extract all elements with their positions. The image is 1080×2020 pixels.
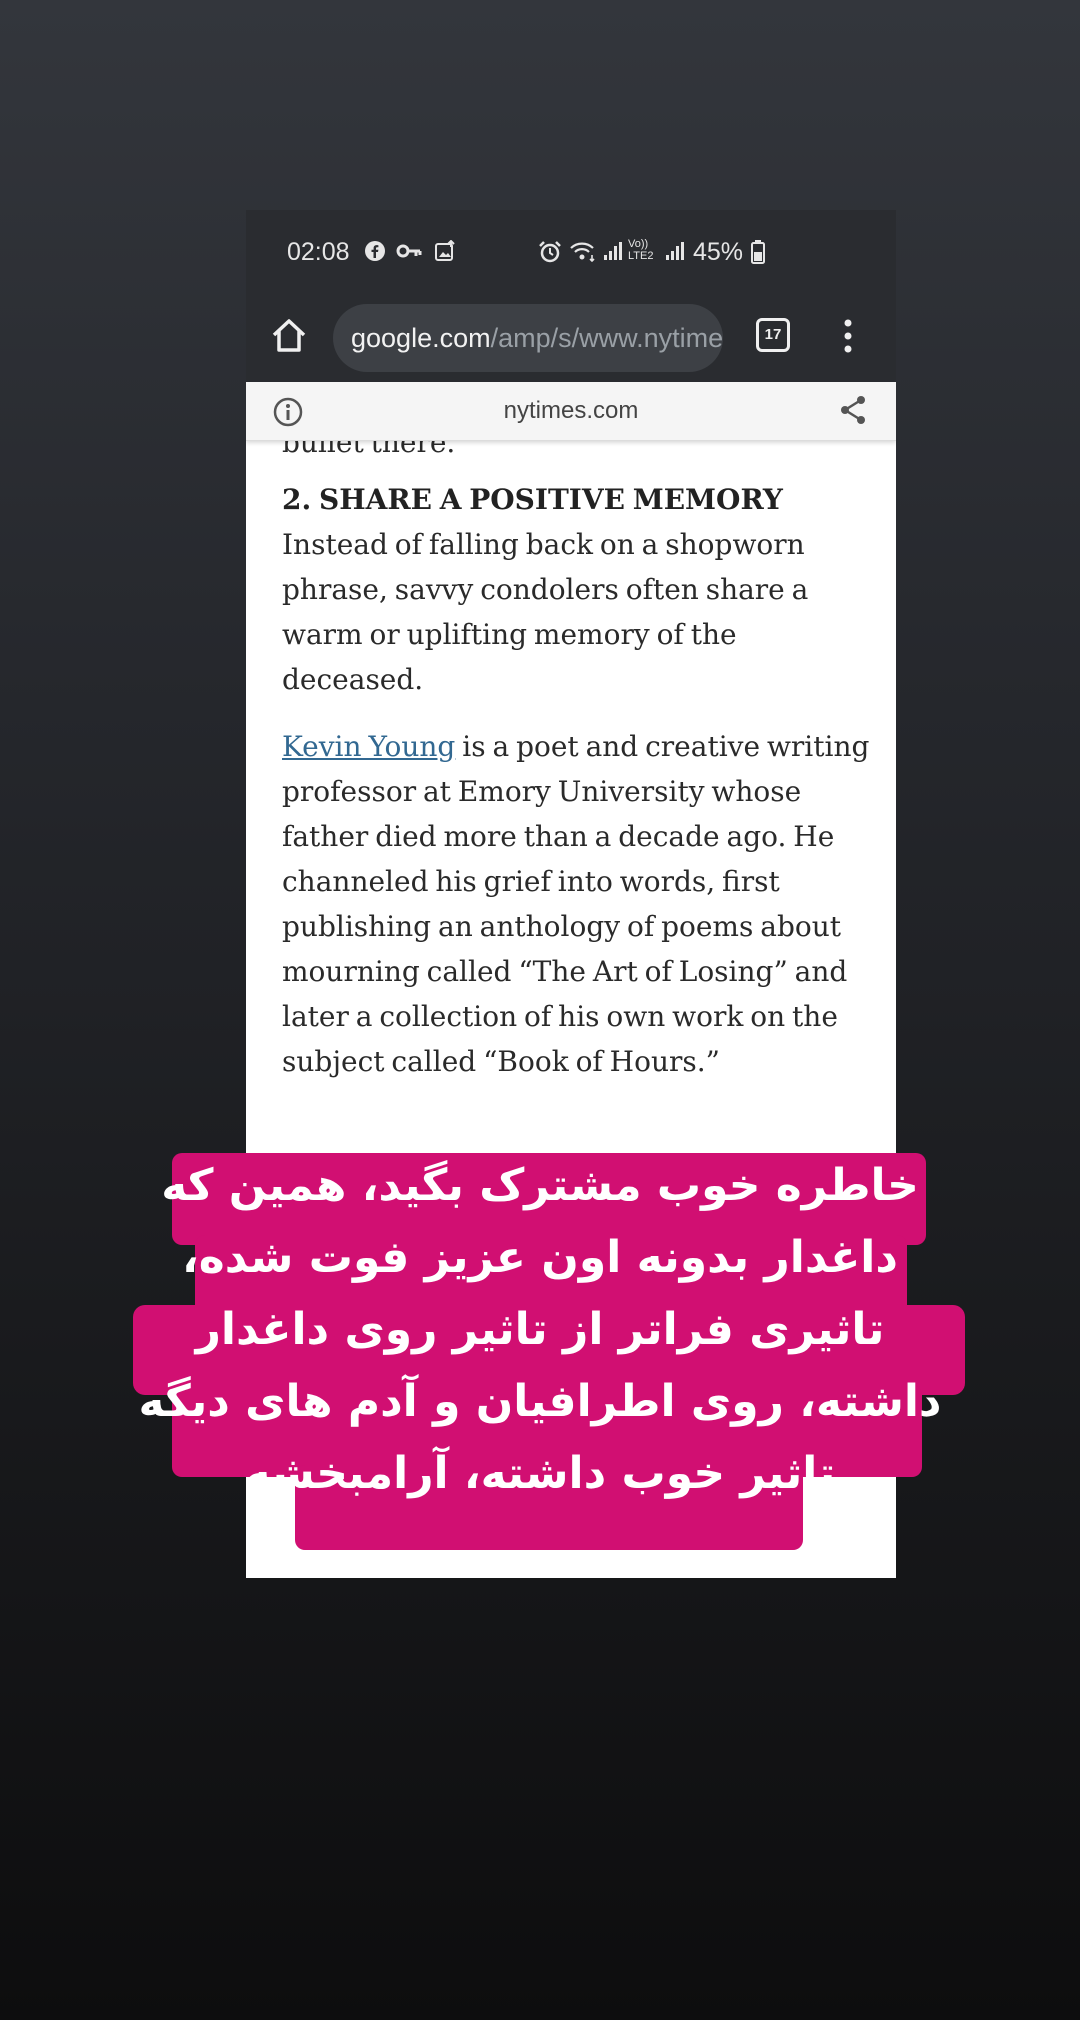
url-path: /amp/s/www.nytimes.com <box>490 323 723 353</box>
signal-icon-2 <box>666 242 684 260</box>
section-heading: 2. SHARE A POSITIVE MEMORY <box>282 483 783 516</box>
paragraph-2: Kevin Young is a poet and creative writi… <box>282 724 872 1084</box>
signal-icon <box>604 242 622 260</box>
page-content: nytimes.com bullet there.” 2. SHARE A PO… <box>246 382 896 1578</box>
kevin-young-link[interactable]: Kevin Young <box>282 730 455 763</box>
battery-percent: 45% <box>693 238 744 266</box>
tab-switcher-button[interactable]: 17 <box>756 318 790 352</box>
phone-screen: 02:08 Vo)) LTE2 45% google.com/amp/s/www… <box>246 210 896 1578</box>
browser-toolbar: google.com/amp/s/www.nytimes.com 17 <box>246 290 896 382</box>
network-label: Vo)) LTE2 <box>628 238 654 262</box>
facebook-icon <box>365 241 385 261</box>
article-body: bullet there.” 2. SHARE A POSITIVE MEMOR… <box>282 420 872 1084</box>
site-name[interactable]: nytimes.com <box>246 397 896 425</box>
alarm-icon <box>539 241 561 263</box>
paragraph: Instead of falling back on a shopworn ph… <box>282 528 809 696</box>
amp-site-bar: nytimes.com <box>246 382 896 441</box>
vpn-key-icon <box>396 244 422 258</box>
url-domain: google.com <box>351 323 491 353</box>
paragraph-2-text: is a poet and creative writing professor… <box>282 730 870 1078</box>
status-time: 02:08 <box>287 238 350 266</box>
tab-count: 17 <box>764 326 782 343</box>
status-bar: 02:08 Vo)) LTE2 45% <box>246 210 896 290</box>
more-options-icon[interactable] <box>842 318 854 354</box>
url-bar[interactable]: google.com/amp/s/www.nytimes.com <box>333 304 723 372</box>
wifi-icon <box>570 242 595 262</box>
home-icon[interactable] <box>270 317 308 355</box>
share-icon[interactable] <box>838 394 868 426</box>
battery-icon <box>751 240 765 264</box>
gallery-upload-icon <box>435 240 455 261</box>
